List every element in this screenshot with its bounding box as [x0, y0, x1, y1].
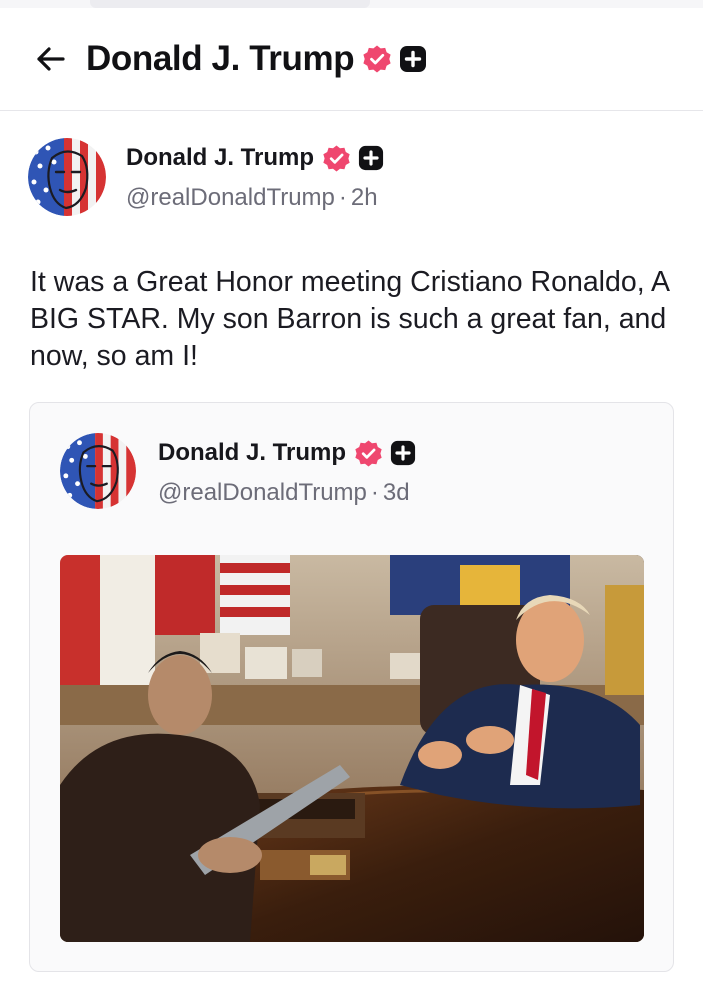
- quoted-post[interactable]: Donald J. Trump @realDonaldTrump · 3d: [29, 402, 674, 972]
- separator: ·: [370, 479, 379, 506]
- avatar[interactable]: [28, 138, 106, 216]
- avatar[interactable]: [60, 433, 136, 509]
- arrow-left-icon: [37, 47, 65, 71]
- profile-header: Donald J. Trump: [0, 8, 703, 111]
- quoted-author-handle[interactable]: @realDonaldTrump: [158, 479, 367, 506]
- author-name[interactable]: Donald J. Trump: [126, 144, 314, 172]
- verified-badge-icon: [354, 439, 383, 468]
- post-time[interactable]: 2h: [351, 184, 378, 211]
- plus-badge-icon: [358, 145, 384, 171]
- plus-badge-icon: [390, 440, 416, 466]
- status-strip: [0, 0, 703, 8]
- page-title: Donald J. Trump: [86, 39, 355, 78]
- handle-row: @realDonaldTrump · 2h: [126, 184, 384, 212]
- post-text: It was a Great Honor meeting Cristiano R…: [30, 266, 669, 372]
- back-button[interactable]: [32, 41, 68, 77]
- post-image[interactable]: [60, 555, 644, 942]
- verified-badge-icon: [322, 144, 351, 173]
- post-header: Donald J. Trump @realDonaldTrump · 2h: [28, 138, 384, 216]
- verified-badge-icon: [362, 44, 392, 74]
- quoted-author-name[interactable]: Donald J. Trump: [158, 439, 346, 467]
- quoted-post-time[interactable]: 3d: [383, 479, 410, 506]
- quoted-post-header: Donald J. Trump @realDonaldTrump · 3d: [60, 433, 416, 509]
- handle-row: @realDonaldTrump · 3d: [158, 479, 416, 507]
- author-handle[interactable]: @realDonaldTrump: [126, 184, 335, 211]
- plus-badge-icon: [399, 45, 427, 73]
- separator: ·: [338, 184, 347, 211]
